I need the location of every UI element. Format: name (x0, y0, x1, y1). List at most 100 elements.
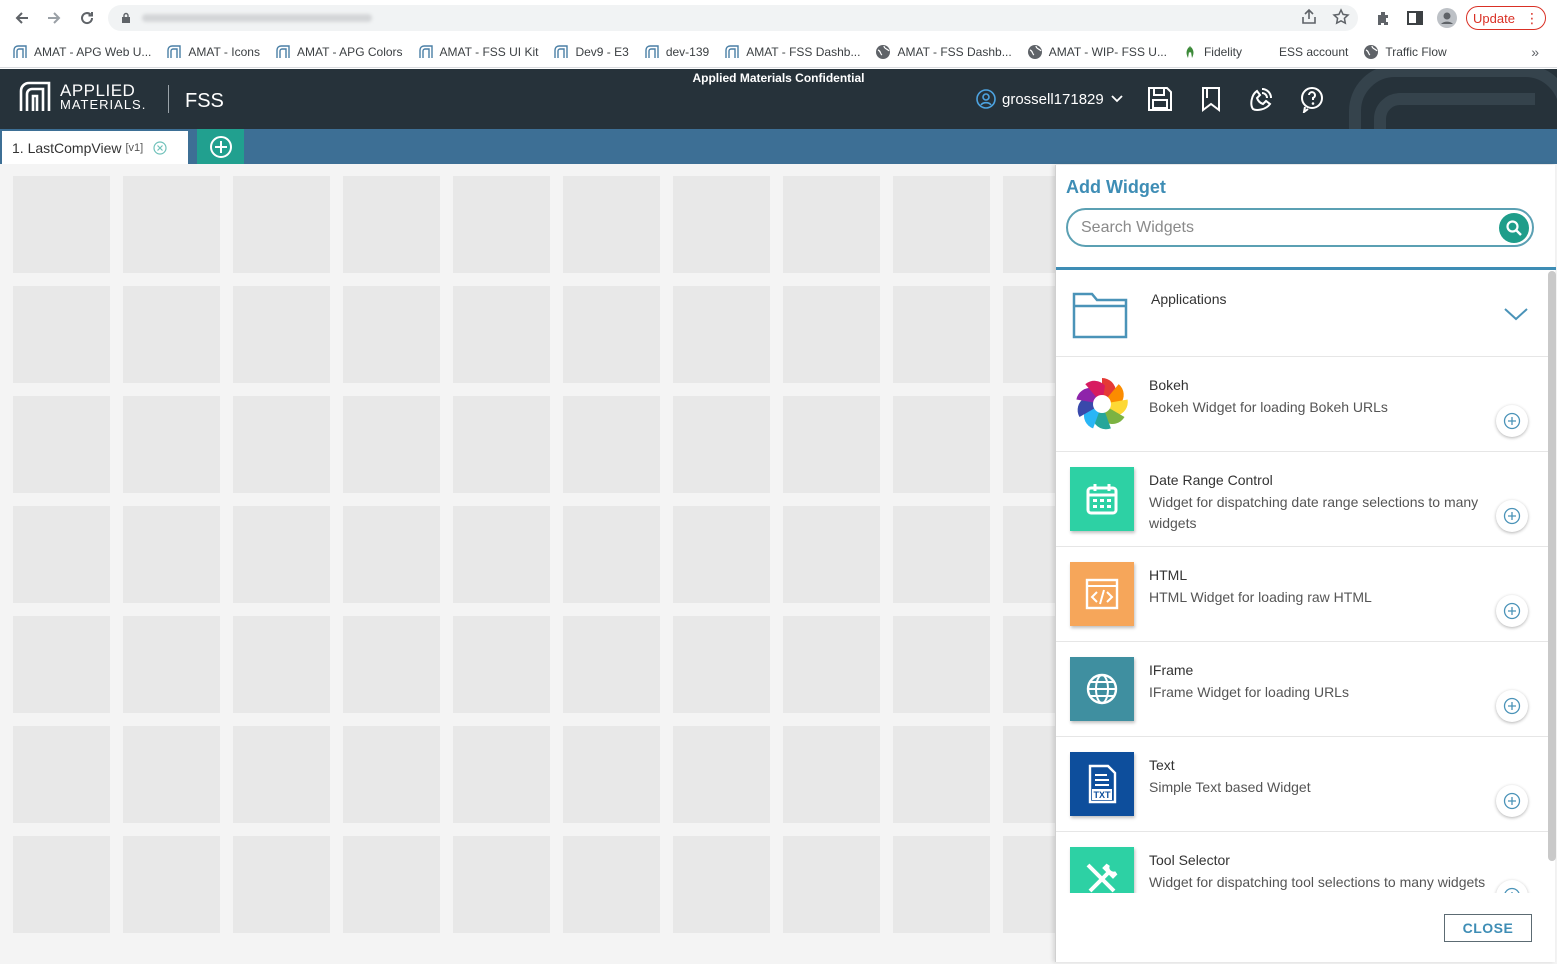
amat-logo-icon (724, 44, 740, 60)
grid-cell (13, 396, 110, 493)
widget-item[interactable]: HTML HTML Widget for loading raw HTML (1056, 547, 1549, 642)
search-button[interactable] (1499, 213, 1529, 243)
grid-cell (453, 726, 550, 823)
extensions-icon[interactable] (1375, 9, 1393, 27)
widget-description: Bokeh Widget for loading Bokeh URLs (1149, 399, 1388, 415)
bookmark-item[interactable]: AMAT - WIP- FSS U... (1027, 44, 1167, 60)
category-applications[interactable]: Applications (1056, 271, 1549, 357)
bookmark-item[interactable]: Dev9 - E3 (553, 44, 629, 60)
tab-lastcompview[interactable]: 1. LastCompView [v1] (2, 131, 188, 164)
grid-cell (343, 176, 440, 273)
close-circle-icon[interactable] (153, 140, 167, 155)
share-icon[interactable] (1300, 8, 1318, 26)
svg-text:TXT: TXT (1094, 790, 1112, 800)
grid-cell (343, 396, 440, 493)
chevron-down-icon (1111, 95, 1123, 103)
reload-icon[interactable] (71, 2, 103, 34)
grid-cell (453, 286, 550, 383)
scrollbar[interactable] (1548, 271, 1556, 861)
widget-item[interactable]: TXT Text Simple Text based Widget (1056, 737, 1549, 832)
grid-cell (123, 506, 220, 603)
grid-cell (453, 396, 550, 493)
plus-circle-icon (209, 135, 232, 158)
help-icon[interactable] (1298, 85, 1326, 113)
profile-icon[interactable] (1437, 8, 1457, 28)
bookmark-item[interactable]: AMAT - FSS UI Kit (418, 44, 538, 60)
phone-support-icon[interactable] (1247, 85, 1275, 113)
grid-cell (123, 286, 220, 383)
forward-arrow-icon[interactable] (38, 2, 70, 34)
amat-logo-icon (418, 44, 434, 60)
panel-divider (1056, 267, 1556, 270)
grid-cell (233, 726, 330, 823)
grid-cell (563, 286, 660, 383)
side-panel-icon[interactable] (1406, 9, 1424, 27)
widget-description: Simple Text based Widget (1149, 779, 1311, 795)
bookmark-item[interactable]: dev-139 (644, 44, 709, 60)
grid-cell (673, 726, 770, 823)
add-tab-button[interactable] (197, 129, 244, 164)
add-widget-button[interactable] (1496, 785, 1528, 817)
grid-cell (563, 726, 660, 823)
bookmark-label: AMAT - Icons (188, 44, 260, 59)
save-icon[interactable] (1146, 85, 1174, 113)
grid-cell (893, 396, 990, 493)
amat-logo-icon (166, 44, 182, 60)
widget-list[interactable]: Applications Bokeh Bokeh Widget for loadi… (1056, 271, 1549, 893)
widget-item[interactable]: Tool Selector Widget for dispatching tool… (1056, 832, 1549, 893)
bookmark-item[interactable]: AMAT - FSS Dashb... (875, 44, 1012, 60)
grid-cell (563, 836, 660, 933)
bookmark-item[interactable]: Traffic Flow (1363, 44, 1447, 60)
globe-icon (1070, 657, 1134, 721)
add-widget-button[interactable] (1496, 880, 1528, 893)
grid-cell (343, 836, 440, 933)
search-input[interactable] (1081, 218, 1481, 237)
bookmark-label: dev-139 (665, 44, 710, 59)
bookmark-item[interactable]: Fidelity (1182, 44, 1242, 60)
address-bar[interactable] (108, 5, 1358, 31)
grid-cell (13, 726, 110, 823)
grid-cell (453, 506, 550, 603)
update-label: Update (1473, 10, 1515, 26)
widget-item[interactable]: Date Range Control Widget for dispatching… (1056, 452, 1549, 547)
folder-icon (1072, 292, 1128, 339)
bookmark-item[interactable]: AMAT - Icons (166, 44, 260, 60)
grid-cell (893, 836, 990, 933)
close-button[interactable]: CLOSE (1444, 914, 1532, 942)
widget-name: HTML (1149, 567, 1188, 583)
grid-cell (123, 616, 220, 713)
logo-line-1: APPLIED (60, 81, 136, 100)
bookmark-item[interactable]: ESS account (1257, 45, 1348, 59)
widget-item[interactable]: IFrame IFrame Widget for loading URLs (1056, 642, 1549, 737)
back-arrow-icon[interactable] (6, 2, 38, 34)
add-widget-button[interactable] (1496, 690, 1528, 722)
widget-name: Date Range Control (1149, 472, 1273, 488)
update-button[interactable]: Update ⋮ (1466, 6, 1546, 30)
add-widget-button[interactable] (1496, 595, 1528, 627)
bookmark-label: AMAT - FSS Dashb... (746, 44, 861, 59)
bookmark-item[interactable]: AMAT - FSS Dashb... (724, 44, 860, 60)
user-menu[interactable]: grossell171829 (976, 89, 1124, 109)
globe-icon (875, 44, 891, 60)
grid-cell (13, 506, 110, 603)
bookmarks-overflow-button[interactable]: » (1531, 44, 1539, 60)
add-widget-button[interactable] (1496, 405, 1528, 437)
bookmark-icon[interactable] (1197, 85, 1225, 113)
globe-icon (1363, 44, 1379, 60)
amat-logo-icon (644, 44, 660, 60)
plus-circle-icon (1503, 507, 1521, 525)
grid-cell (563, 396, 660, 493)
category-label: Applications (1151, 291, 1227, 307)
grid-cell (893, 286, 990, 383)
bookmark-item[interactable]: AMAT - APG Colors (275, 44, 403, 60)
logo-divider (168, 85, 169, 113)
chevron-down-icon[interactable] (1503, 307, 1529, 321)
add-widget-button[interactable] (1496, 500, 1528, 532)
confidential-banner: Applied Materials Confidential (692, 71, 865, 85)
grid-cell (563, 616, 660, 713)
widget-item[interactable]: Bokeh Bokeh Widget for loading Bokeh URLs (1056, 357, 1549, 452)
app-name: FSS (185, 90, 224, 112)
bookmark-item[interactable]: AMAT - APG Web U... (12, 44, 151, 60)
grid-cell (783, 286, 880, 383)
star-icon[interactable] (1332, 8, 1350, 26)
